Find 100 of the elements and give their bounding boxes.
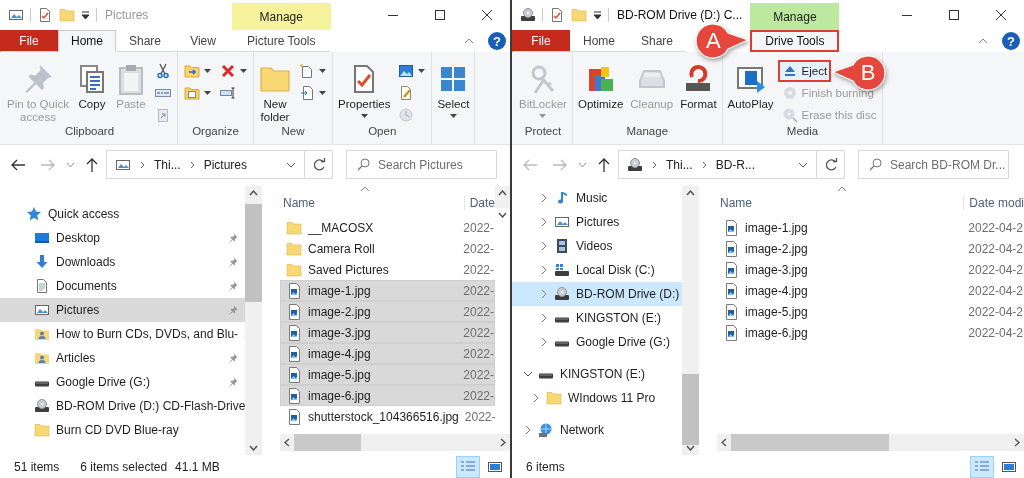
chevron-icon[interactable] [533, 393, 539, 403]
scrollbar[interactable] [245, 186, 262, 455]
nav-item[interactable]: Articles [0, 346, 245, 370]
dropdown-caret-icon[interactable] [286, 161, 296, 168]
breadcrumb[interactable]: Thi... [154, 157, 181, 172]
nav-item[interactable]: Network [512, 418, 682, 442]
status-text: 6 items [526, 459, 565, 474]
search-field[interactable]: Search Pictures [346, 150, 497, 179]
file-row[interactable]: image-3.jpg 2022-04-2 [717, 259, 1024, 280]
search-field[interactable]: Search BD-ROM Dr... [858, 150, 1009, 179]
chevron-icon[interactable] [541, 193, 547, 203]
search-input[interactable]: Search Pictures [378, 157, 498, 172]
nav-item[interactable]: Google Drive (G:) [0, 370, 245, 394]
chevron-icon[interactable] [541, 313, 547, 323]
collapse-ribbon-icon[interactable] [978, 38, 988, 44]
recent-locations-icon[interactable] [66, 161, 75, 168]
file-date: 2022- [463, 241, 494, 256]
address-bar[interactable]: Thi... BD-R... [618, 150, 816, 179]
file-row[interactable]: image-1.jpg 2022- [280, 280, 495, 301]
chevron-icon[interactable] [541, 265, 547, 275]
file-row[interactable]: image-6.jpg 2022- [280, 385, 495, 406]
nav-item[interactable]: Documents [0, 274, 245, 298]
picture-icon [398, 63, 415, 79]
ribbon-button[interactable]: Optimize [574, 58, 627, 125]
nav-item[interactable]: Music [512, 186, 682, 210]
file-row[interactable]: image-3.jpg 2022- [280, 322, 495, 343]
column-header[interactable]: Date modi [963, 195, 1024, 210]
ribbon-tab[interactable]: File [0, 30, 58, 52]
ribbon-button[interactable]: Select [434, 58, 473, 144]
ribbon-tab[interactable]: Home [58, 30, 116, 52]
breadcrumb[interactable]: BD-R... [715, 157, 755, 172]
file-name: image-1.jpg [745, 220, 809, 235]
file-name: shutterstock_104366516.jpg [308, 409, 459, 424]
nav-item[interactable]: Quick access [0, 202, 245, 226]
nav-item[interactable]: Pictures [0, 298, 245, 322]
large-icons-glyph [1001, 459, 1017, 474]
dropdown-caret-icon[interactable] [798, 161, 808, 168]
nav-item[interactable]: Pictures [512, 210, 682, 234]
nav-item[interactable]: BD-ROM Drive (D:) [512, 282, 682, 306]
status-text: 6 items selected [80, 459, 168, 474]
nav-item[interactable]: Google Drive (G:) [512, 330, 682, 354]
recent-locations-icon[interactable] [578, 161, 587, 168]
breadcrumb[interactable]: Pictures [203, 157, 248, 172]
nav-item[interactable]: Local Disk (C:) [512, 258, 682, 282]
nav-item[interactable]: Videos [512, 234, 682, 258]
file-row[interactable]: image-2.jpg 2022-04-2 [717, 238, 1024, 259]
refresh-button[interactable] [304, 150, 333, 179]
customize-caret-icon[interactable] [593, 11, 602, 19]
up-arrow-icon[interactable] [85, 156, 99, 173]
breadcrumb[interactable]: Thi... [666, 157, 693, 172]
help-button[interactable]: ? [488, 32, 506, 50]
ribbon-button[interactable]: AutoPlay [724, 58, 777, 125]
address-bar[interactable]: Thi... Pictures [106, 150, 304, 179]
nav-item[interactable]: WIndows 11 Pro [512, 386, 682, 410]
file-row[interactable]: image-6.jpg 2022-04-2 [717, 322, 1024, 343]
nav-item[interactable]: Desktop [0, 226, 245, 250]
file-row[interactable]: image-2.jpg 2022- [280, 301, 495, 322]
ribbon-button[interactable]: Format [677, 58, 720, 125]
file-row[interactable]: image-4.jpg 2022- [280, 343, 495, 364]
file-date: 2022-04-2 [968, 241, 1023, 256]
file-row[interactable]: image-5.jpg 2022-04-2 [717, 301, 1024, 322]
nav-item[interactable]: Burn CD DVD Blue-ray [0, 418, 245, 442]
file-name: image-3.jpg [308, 325, 372, 340]
file-row[interactable]: image-4.jpg 2022-04-2 [717, 280, 1024, 301]
file-row[interactable]: shutterstock_104366516.jpg 2022- [280, 406, 495, 427]
collapse-ribbon-icon[interactable] [464, 38, 474, 44]
scrollbar[interactable] [280, 434, 510, 451]
file-row[interactable]: Saved Pictures 2022- [280, 259, 495, 280]
chevron-icon[interactable] [525, 425, 531, 435]
column-header[interactable]: Name [283, 195, 464, 210]
chevron-icon[interactable] [541, 337, 547, 347]
scrollbar[interactable] [682, 186, 699, 455]
nav-item[interactable]: Downloads [0, 250, 245, 274]
column-header[interactable]: Name [720, 195, 964, 210]
nav-item[interactable]: KINGSTON (E:) [512, 306, 682, 330]
customize-caret-icon[interactable] [81, 11, 90, 19]
ribbon-button[interactable]: New folder [256, 58, 294, 127]
ribbon-button[interactable]: Properties [335, 58, 394, 125]
window-title: BD-ROM Drive (D:) C... [616, 8, 743, 22]
up-arrow-icon[interactable] [597, 156, 611, 173]
ribbon-button[interactable]: Copy [73, 58, 111, 125]
file-row[interactable]: Camera Roll 2022- [280, 238, 495, 259]
file-row[interactable]: __MACOSX 2022- [280, 217, 495, 238]
nav-item[interactable]: KINGSTON (E:) [512, 362, 682, 386]
scrollbar[interactable] [717, 434, 1024, 451]
help-button[interactable]: ? [1002, 32, 1020, 50]
chevron-icon[interactable] [523, 370, 533, 378]
search-input[interactable]: Search BD-ROM Dr... [890, 157, 1010, 172]
file-row[interactable]: image-5.jpg 2022- [280, 364, 495, 385]
nav-item[interactable]: BD-ROM Drive (D:) CD-Flash-Drive [0, 394, 245, 418]
file-row[interactable]: image-1.jpg 2022-04-2 [717, 217, 1024, 238]
refresh-button[interactable] [816, 150, 845, 179]
chevron-icon[interactable] [541, 217, 547, 227]
user-folder-icon [34, 350, 50, 366]
ribbon-tab[interactable]: Drive Tools [750, 30, 840, 52]
ribbon-button[interactable]: Eject [777, 60, 832, 82]
ribbon-tab[interactable]: File [512, 30, 570, 52]
image-file-icon [286, 345, 302, 362]
chevron-icon[interactable] [541, 241, 547, 251]
picture-frame-icon [8, 7, 24, 23]
